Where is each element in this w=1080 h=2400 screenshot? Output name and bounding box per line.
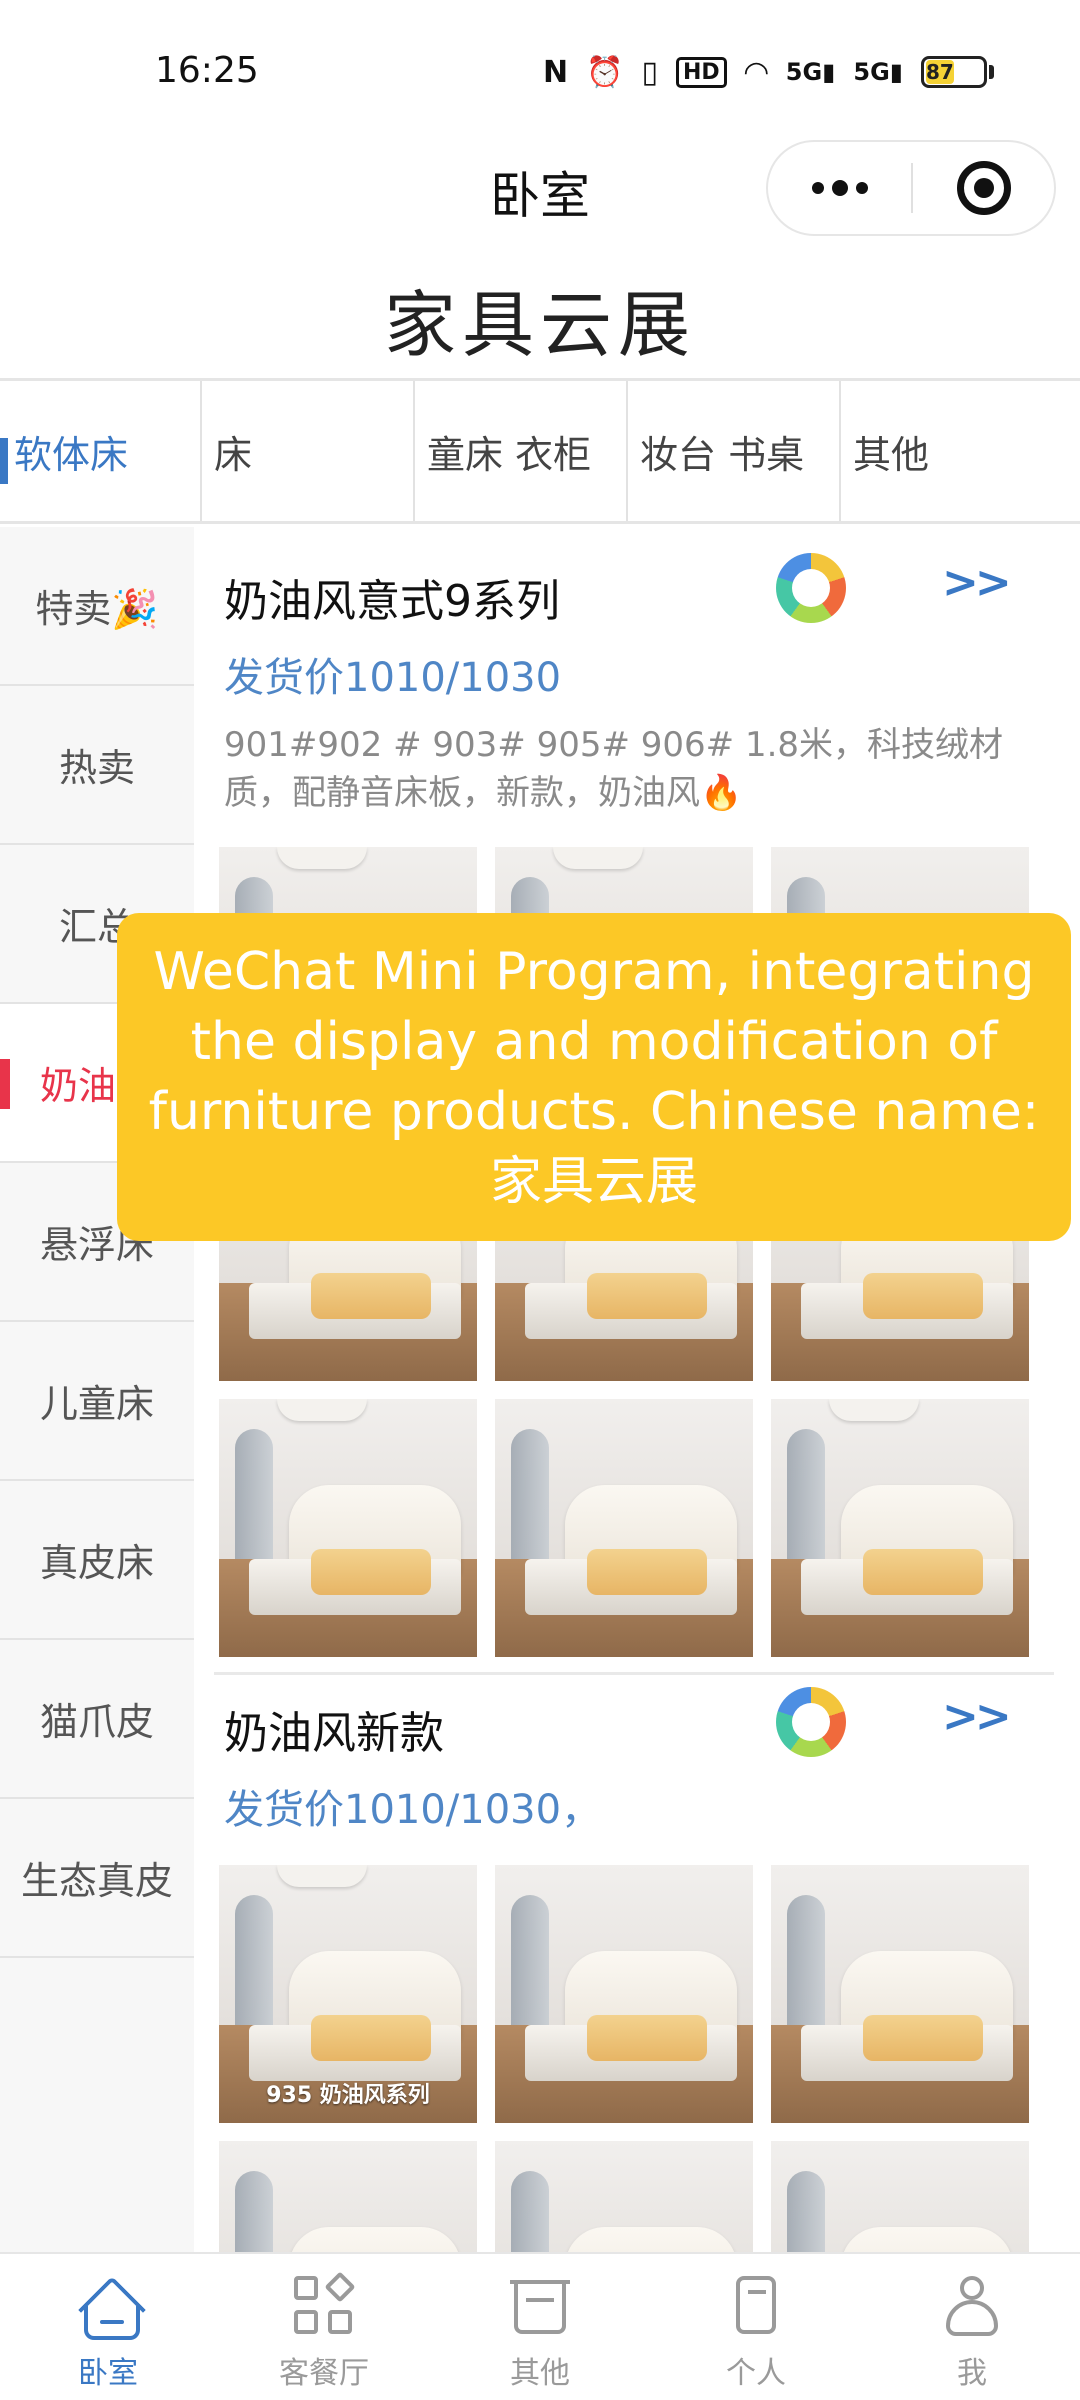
target-icon bbox=[956, 161, 1011, 215]
caption-text: WeChat Mini Program, integrating the dis… bbox=[148, 942, 1040, 1212]
sidebar-item-leather-bed[interactable]: 真皮床 bbox=[0, 1481, 194, 1640]
product-image[interactable]: 935 奶油风系列 bbox=[219, 1865, 477, 2123]
wifi-icon: ◠ bbox=[744, 54, 768, 90]
tab-label: 其他 bbox=[510, 2356, 570, 2391]
vibrate-icon: ▯ bbox=[641, 54, 659, 90]
loading-ring-icon bbox=[776, 553, 846, 623]
battery-icon: 87 bbox=[921, 56, 994, 88]
bottom-tab-bar: 卧室 客餐厅 其他 个人 我 bbox=[0, 2252, 1080, 2400]
product-section: 奶油风新款 >> 发货价1010/1030， 935 奶油风系列 bbox=[194, 1677, 1080, 2252]
sidebar-item-label: 特卖🎉 bbox=[35, 587, 159, 631]
sidebar-item-label: 真皮床 bbox=[39, 1541, 154, 1585]
product-image[interactable] bbox=[495, 1399, 753, 1657]
category-tab-label: 其他 bbox=[853, 432, 930, 477]
sidebar-item-special-sale[interactable]: 特卖🎉 bbox=[0, 527, 194, 686]
sidebar-item-label: 猫爪皮 bbox=[39, 1700, 154, 1744]
product-image[interactable] bbox=[771, 1399, 1029, 1657]
section-title: 奶油风意式9系列 bbox=[224, 576, 560, 627]
more-button[interactable] bbox=[768, 142, 911, 234]
tab-me[interactable]: 我 bbox=[864, 2254, 1080, 2400]
category-tab-label: 妆台 书桌 bbox=[640, 432, 805, 477]
product-image[interactable] bbox=[771, 1865, 1029, 2123]
section-title: 奶油风新款 bbox=[224, 1708, 444, 1759]
section-more-link[interactable]: >> bbox=[942, 557, 1012, 608]
status-bar: 16:25 N ⏰ ▯ HD ◠ 5G▮ 5G▮ 87 bbox=[0, 0, 1080, 140]
active-tab-indicator bbox=[0, 438, 8, 484]
section-price: 发货价1010/1030 bbox=[224, 655, 562, 701]
section-divider bbox=[214, 1672, 1054, 1675]
alarm-icon: ⏰ bbox=[586, 54, 624, 90]
category-tab-label: 童床 衣柜 bbox=[427, 432, 592, 477]
sidebar-item-kids-bed[interactable]: 儿童床 bbox=[0, 1322, 194, 1481]
sidebar-item-label: 热卖 bbox=[58, 746, 135, 790]
tab-label: 卧室 bbox=[78, 2356, 138, 2391]
capsule-menu bbox=[766, 140, 1056, 236]
caption-overlay: WeChat Mini Program, integrating the dis… bbox=[117, 913, 1071, 1241]
category-tab-soft-bed[interactable]: 软体床 bbox=[0, 381, 202, 521]
category-tabs: 软体床 床 童床 衣柜 妆台 书桌 其他 bbox=[0, 378, 1080, 524]
battery-level: 87 bbox=[926, 60, 954, 84]
category-tab-kids-bed-wardrobe[interactable]: 童床 衣柜 bbox=[415, 381, 628, 521]
category-tab-dresser-desk[interactable]: 妆台 书桌 bbox=[628, 381, 841, 521]
product-image[interactable] bbox=[495, 1865, 753, 2123]
section-description: 901#902 # 903# 905# 906# 1.8米，科技绒材质，配静音床… bbox=[224, 725, 1004, 813]
grid-icon bbox=[292, 2271, 356, 2338]
sidebar-item-eco-leather[interactable]: 生态真皮 bbox=[0, 1799, 194, 1958]
active-sidebar-indicator bbox=[0, 1059, 10, 1109]
product-image[interactable] bbox=[495, 2141, 753, 2252]
signal-5g-icon: 5G▮ bbox=[785, 58, 836, 86]
category-tab-bed[interactable]: 床 bbox=[202, 381, 415, 521]
nfc-icon: N bbox=[543, 54, 569, 90]
sidebar-item-hot-sale[interactable]: 热卖 bbox=[0, 686, 194, 845]
product-image[interactable] bbox=[771, 2141, 1029, 2252]
more-dots-icon bbox=[811, 182, 824, 194]
product-image[interactable] bbox=[219, 2141, 477, 2252]
category-tab-other[interactable]: 其他 bbox=[841, 381, 1080, 521]
basin-icon bbox=[508, 2274, 572, 2338]
image-caption: 935 奶油风系列 bbox=[266, 2083, 430, 2108]
tab-label: 我 bbox=[957, 2356, 987, 2391]
tab-living-dining[interactable]: 客餐厅 bbox=[216, 2254, 432, 2400]
status-icons: N ⏰ ▯ HD ◠ 5G▮ 5G▮ 87 bbox=[543, 50, 994, 94]
title-bar: 卧室 bbox=[0, 140, 1080, 252]
user-icon bbox=[940, 2274, 1004, 2338]
home-icon bbox=[76, 2274, 146, 2344]
loading-ring-icon bbox=[776, 1687, 846, 1757]
close-miniprogram-button[interactable] bbox=[913, 161, 1054, 215]
sidebar-item-cat-scratch-leather[interactable]: 猫爪皮 bbox=[0, 1640, 194, 1799]
sidebar-item-label: 儿童床 bbox=[39, 1382, 154, 1426]
product-image[interactable] bbox=[219, 1399, 477, 1657]
tab-label: 个人 bbox=[726, 2356, 786, 2391]
app-title: 家具云展 bbox=[383, 283, 696, 367]
sidebar-item-label: 生态真皮 bbox=[20, 1859, 173, 1903]
status-time: 16:25 bbox=[155, 50, 259, 91]
signal-5g-icon: 5G▮ bbox=[853, 58, 903, 86]
sidebar: 特卖🎉 热卖 汇总 奶油风 悬浮床 儿童床 真皮床 猫爪皮 生态真皮 bbox=[0, 527, 194, 2252]
section-more-link[interactable]: >> bbox=[942, 1691, 1012, 1742]
phone-icon bbox=[724, 2274, 788, 2338]
tab-bedroom[interactable]: 卧室 bbox=[0, 2254, 216, 2400]
tab-label: 客餐厅 bbox=[279, 2356, 369, 2391]
product-list: 奶油风意式9系列 >> 发货价1010/1030 901#902 # 903# … bbox=[194, 527, 1080, 2252]
category-tab-label: 床 bbox=[214, 432, 253, 477]
category-tab-label: 软体床 bbox=[14, 432, 129, 477]
section-price: 发货价1010/1030， bbox=[224, 1787, 602, 1833]
tab-personal[interactable]: 个人 bbox=[648, 2254, 864, 2400]
tab-other[interactable]: 其他 bbox=[432, 2254, 648, 2400]
hd-icon: HD bbox=[676, 56, 727, 88]
